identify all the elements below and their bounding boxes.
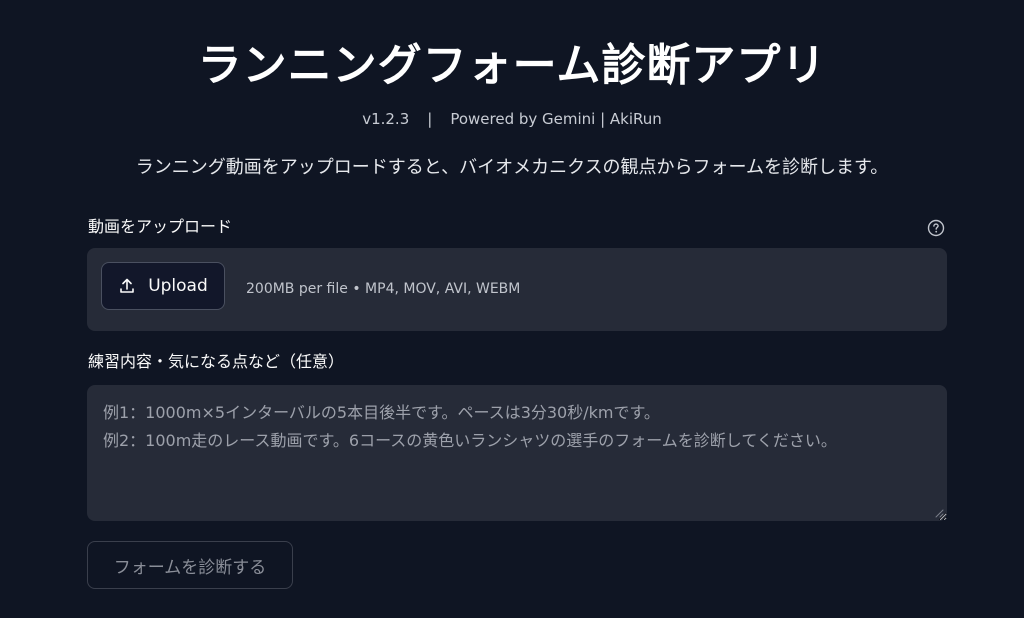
version-separator: | xyxy=(427,110,433,128)
notes-textarea[interactable] xyxy=(87,385,947,521)
upload-limits: 200MB per file • MP4, MOV, AVI, WEBM xyxy=(246,281,521,297)
page-title: ランニングフォーム診断アプリ xyxy=(197,40,827,91)
upload-label: 動画をアップロード xyxy=(88,217,233,236)
upload-icon xyxy=(120,278,135,293)
upload-button[interactable]: Upload xyxy=(101,262,225,310)
question-circle-icon[interactable] xyxy=(927,219,945,237)
version-line: v1.2.3 | Powered by Gemini | AkiRun xyxy=(0,108,1024,130)
upload-button-label: Upload xyxy=(148,276,208,296)
resize-handle-icon[interactable] xyxy=(934,508,944,518)
app-description: ランニング動画をアップロードすると、バイオメカニクスの観点からフォームを診断しま… xyxy=(135,157,889,178)
file-dropzone[interactable]: Upload 200MB per file • MP4, MOV, AVI, W… xyxy=(87,248,947,331)
notes-label: 練習内容・気になる点など（任意） xyxy=(88,352,345,371)
version-text: v1.2.3 xyxy=(362,110,410,128)
diagnose-button[interactable]: フォームを診断する xyxy=(87,541,293,589)
powered-by-text: Powered by Gemini | AkiRun xyxy=(450,110,662,128)
